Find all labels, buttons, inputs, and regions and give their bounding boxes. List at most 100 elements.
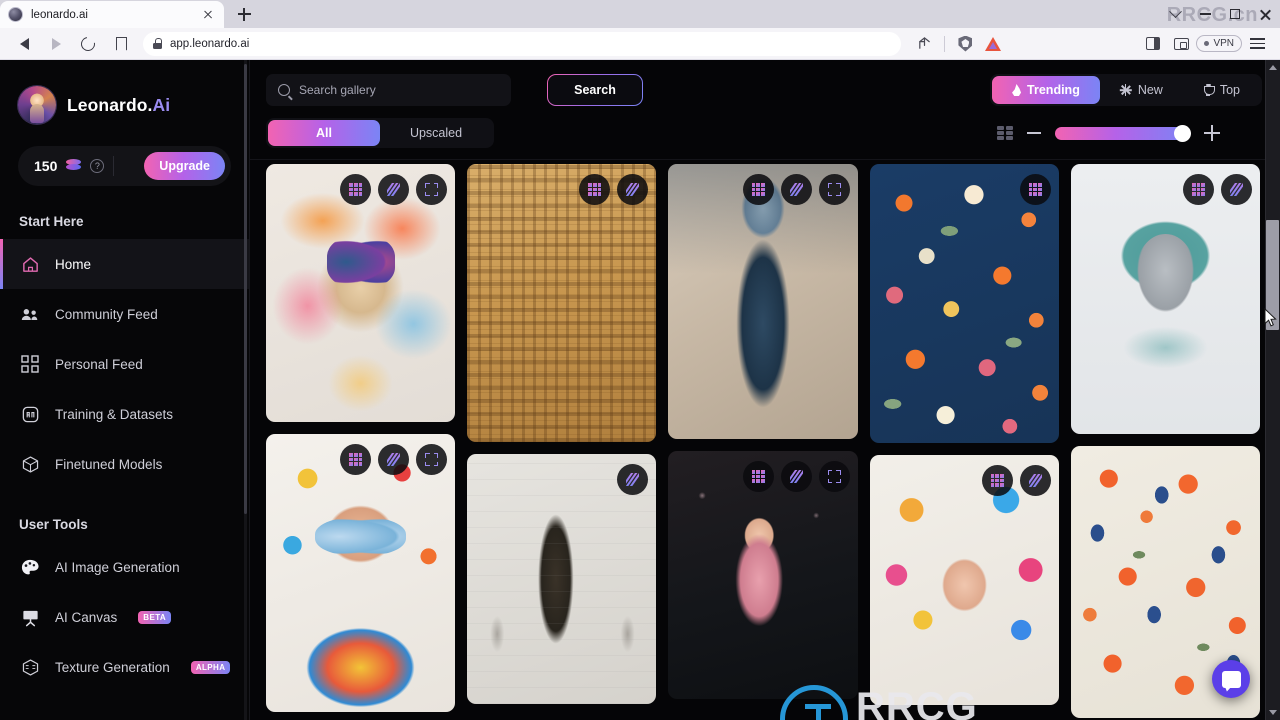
generated-image <box>467 164 657 442</box>
intercom-chat-icon[interactable] <box>1212 660 1250 698</box>
gallery-card-warrior[interactable] <box>668 164 858 439</box>
upgrade-button[interactable]: Upgrade <box>144 152 225 180</box>
tab-label: Top <box>1219 83 1240 97</box>
variation-icon[interactable] <box>378 444 410 475</box>
bookmark-icon[interactable] <box>116 36 127 51</box>
scroll-down-arrow-icon[interactable] <box>1269 710 1277 715</box>
sidebar-item-ai-canvas[interactable]: AI Canvas BETA <box>0 592 249 642</box>
tab-label: New <box>1137 83 1163 97</box>
close-tab-icon[interactable] <box>200 7 216 23</box>
browser-window: leonardo.ai RRCG.cn app.leonardo.ai VPN … <box>0 0 1280 720</box>
expand-icon[interactable] <box>416 444 448 475</box>
forward-arrow-icon[interactable] <box>42 31 70 57</box>
share-icon[interactable] <box>911 31 937 57</box>
minimize-icon[interactable] <box>1190 0 1220 28</box>
scroll-up-arrow-icon[interactable] <box>1269 65 1277 70</box>
brand-logo[interactable]: Leonardo.Ai <box>0 60 249 124</box>
card-actions <box>1019 174 1051 205</box>
side-panel-icon[interactable] <box>1140 31 1166 57</box>
question-mark-icon[interactable]: ? <box>90 159 105 173</box>
upscale-icon[interactable] <box>1019 174 1051 205</box>
palette-icon <box>19 556 41 578</box>
page-scrollbar-thumb[interactable] <box>1266 220 1279 330</box>
home-icon <box>19 253 41 275</box>
brave-wallet-icon[interactable] <box>1168 31 1194 57</box>
trophy-icon <box>1203 84 1215 96</box>
sparkle-icon <box>1120 84 1132 96</box>
filter-tabs: All Upscaled <box>266 118 494 148</box>
gallery-card-character-sheet[interactable] <box>467 454 657 704</box>
browser-tab[interactable]: leonardo.ai <box>0 1 224 28</box>
search-input[interactable]: Search gallery <box>266 74 511 106</box>
sidebar-item-training-datasets[interactable]: Training & Datasets <box>0 389 249 439</box>
variation-icon[interactable] <box>1220 174 1252 205</box>
upscale-icon[interactable] <box>579 174 611 205</box>
upscale-icon[interactable] <box>981 465 1013 496</box>
search-button[interactable]: Search <box>548 75 642 105</box>
expand-icon[interactable] <box>818 174 850 205</box>
sidebar-item-texture-generation[interactable]: Texture Generation ALPHA <box>0 642 249 692</box>
upscale-icon[interactable] <box>742 461 774 492</box>
toolbar-divider <box>944 35 946 52</box>
gallery-card-hieroglyphs[interactable] <box>467 164 657 442</box>
upscale-icon[interactable] <box>340 444 372 475</box>
expand-icon[interactable] <box>818 461 850 492</box>
tab-new[interactable]: New <box>1100 76 1183 104</box>
gallery-card-lion[interactable] <box>266 164 456 422</box>
sidebar-item-community-feed[interactable]: Community Feed <box>0 289 249 339</box>
new-tab-button[interactable] <box>230 0 258 28</box>
gallery-card-pink-hair[interactable] <box>668 451 858 699</box>
zoom-slider-knob[interactable] <box>1174 124 1191 142</box>
gallery-card-floral-blue[interactable] <box>869 164 1059 443</box>
back-arrow-icon[interactable] <box>10 31 38 57</box>
sidebar-item-personal-feed[interactable]: Personal Feed <box>0 339 249 389</box>
variation-icon[interactable] <box>617 464 649 495</box>
hamburger-menu-icon[interactable] <box>1244 31 1270 57</box>
zoom-out-button[interactable] <box>1027 132 1041 134</box>
zoom-in-button[interactable] <box>1204 125 1220 141</box>
tab-top[interactable]: Top <box>1183 76 1260 104</box>
zoom-controls <box>997 124 1262 142</box>
filter-all[interactable]: All <box>268 120 380 146</box>
variation-icon[interactable] <box>617 174 649 205</box>
brave-rewards-triangle-icon[interactable] <box>980 31 1006 57</box>
tab-trending[interactable]: Trending <box>992 76 1100 104</box>
chevron-down-icon[interactable] <box>1160 0 1190 28</box>
gallery-card-girl-glasses[interactable] <box>266 434 456 712</box>
sidebar-section-user-tools: User Tools <box>19 517 88 532</box>
sort-tabs: Trending New Top <box>990 74 1262 106</box>
reload-icon[interactable] <box>74 31 102 57</box>
filter-upscaled[interactable]: Upscaled <box>380 120 492 146</box>
expand-icon[interactable] <box>416 174 448 205</box>
maximize-icon[interactable] <box>1220 0 1250 28</box>
sidebar-scrollbar-thumb[interactable] <box>244 64 247 514</box>
gallery-header-row-bottom: All Upscaled <box>266 118 1262 148</box>
variation-icon[interactable] <box>780 461 812 492</box>
sidebar-item-ai-image-generation[interactable]: AI Image Generation <box>0 542 249 592</box>
upscale-icon[interactable] <box>340 174 372 205</box>
sidebar-item-home[interactable]: Home <box>0 239 249 289</box>
gallery-card-candy-hair[interactable] <box>869 455 1059 705</box>
token-coin-icon <box>66 159 82 173</box>
page-viewport: Leonardo.Ai 150 ? Upgrade Start Here Hom… <box>0 60 1280 720</box>
address-bar[interactable]: app.leonardo.ai <box>143 31 902 56</box>
variation-icon[interactable] <box>1019 465 1051 496</box>
page-scrollbar-track[interactable] <box>1265 60 1280 720</box>
close-icon[interactable] <box>1250 0 1280 28</box>
gallery-header: Search gallery Search Trending New Top A… <box>250 60 1280 160</box>
gallery-card-koala[interactable] <box>1070 164 1260 434</box>
variation-icon[interactable] <box>378 174 410 205</box>
brand-name-suffix: Ai <box>152 94 171 115</box>
toolbar-actions: VPN <box>911 31 1270 57</box>
grid-layout-icon[interactable] <box>997 126 1013 140</box>
brave-shields-icon[interactable] <box>952 31 978 57</box>
sidebar-item-label: Home <box>55 256 92 272</box>
vpn-button[interactable]: VPN <box>1196 35 1242 52</box>
sidebar-item-finetuned-models[interactable]: Finetuned Models <box>0 439 249 489</box>
zoom-slider[interactable] <box>1055 124 1191 142</box>
upscale-icon[interactable] <box>742 174 774 205</box>
sidebar-item-label: Texture Generation <box>55 659 170 675</box>
variation-icon[interactable] <box>780 174 812 205</box>
upscale-icon[interactable] <box>1182 174 1214 205</box>
card-actions <box>617 464 649 495</box>
